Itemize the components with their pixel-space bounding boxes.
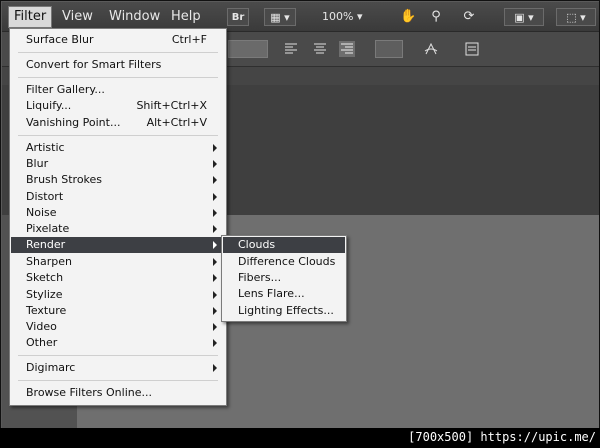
watermark-text: [700x500] https://upic.me/ (408, 430, 596, 444)
photoshop-window: Filter View Window Help Br ▦ ▾ 100% ▾ ✋ … (0, 0, 600, 448)
menu-item-label: Vanishing Point... (26, 116, 121, 129)
submenu-arrow-icon (213, 241, 217, 249)
text-color-swatch[interactable] (375, 40, 403, 58)
filter-menu: Surface Blur Ctrl+F Convert for Smart Fi… (9, 28, 227, 406)
menu-item-texture[interactable]: Texture (11, 303, 225, 319)
submenu-item-fibers[interactable]: Fibers... (223, 270, 345, 286)
submenu-arrow-icon (213, 225, 217, 233)
bridge-button[interactable]: Br (227, 8, 249, 26)
menu-item-label: Brush Strokes (26, 173, 103, 186)
submenu-arrow-icon (213, 176, 217, 184)
submenu-item-label: Fibers... (238, 271, 282, 284)
menu-item-stylize[interactable]: Stylize (11, 287, 225, 303)
align-left-icon[interactable] (283, 41, 299, 57)
menu-item-label: Browse Filters Online... (26, 386, 152, 399)
menu-item-label: Sketch (26, 271, 64, 284)
menu-item-pixelate[interactable]: Pixelate (11, 221, 225, 237)
screen-mode-button[interactable]: ⬚ ▾ (556, 8, 596, 26)
menu-item-shortcut: Ctrl+F (171, 33, 207, 46)
menu-item-label: Artistic (26, 141, 65, 154)
submenu-item-label: Lighting Effects... (238, 304, 334, 317)
menu-item-label: Render (26, 238, 66, 251)
menu-item-label: Liquify... (26, 99, 72, 112)
submenu-arrow-icon (213, 144, 217, 152)
menu-item-distort[interactable]: Distort (11, 189, 225, 205)
hand-tool-icon[interactable]: ✋ (400, 10, 416, 24)
submenu-arrow-icon (213, 274, 217, 282)
submenu-arrow-icon (213, 258, 217, 266)
submenu-arrow-icon (213, 209, 217, 217)
menu-item-brush-strokes[interactable]: Brush Strokes (11, 172, 225, 188)
menu-item-label: Video (26, 320, 57, 333)
submenu-item-label: Clouds (238, 238, 276, 251)
submenu-item-label: Difference Clouds (238, 255, 336, 268)
menu-item-label: Surface Blur (26, 33, 94, 46)
menu-item-label: Other (26, 336, 58, 349)
menu-item-label: Texture (26, 304, 67, 317)
align-center-icon[interactable] (312, 41, 328, 57)
menu-item-label: Noise (26, 206, 57, 219)
zoom-tool-icon[interactable]: ⚲ (429, 10, 443, 24)
menu-item-artistic[interactable]: Artistic (11, 140, 225, 156)
arrange-documents-button[interactable]: ▣ ▾ (504, 8, 544, 26)
menu-separator (18, 135, 218, 136)
arrange-icon: ▣ ▾ (514, 11, 534, 24)
menu-item-label: Pixelate (26, 222, 70, 235)
rotate-view-icon[interactable]: ⟳ (462, 10, 476, 24)
menu-item-shortcut: Alt+Ctrl+V (146, 116, 207, 129)
menu-item-label: Sharpen (26, 255, 72, 268)
menu-item-label: Convert for Smart Filters (26, 58, 162, 71)
submenu-arrow-icon (213, 193, 217, 201)
character-panel-icon[interactable] (464, 41, 480, 57)
submenu-arrow-icon (213, 291, 217, 299)
warp-text-icon[interactable] (423, 41, 439, 57)
submenu-arrow-icon (213, 323, 217, 331)
menu-view[interactable]: View (57, 7, 98, 27)
render-submenu: Clouds Difference Clouds Fibers... Lens … (221, 235, 347, 322)
menu-item-browse-filters-online[interactable]: Browse Filters Online... (11, 385, 225, 401)
submenu-arrow-icon (213, 160, 217, 168)
menu-item-shortcut: Shift+Ctrl+X (136, 99, 207, 112)
menu-item-liquify[interactable]: Liquify... Shift+Ctrl+X (11, 98, 225, 114)
menu-item-label: Digimarc (26, 361, 76, 374)
menu-item-video[interactable]: Video (11, 319, 225, 335)
menu-separator (18, 52, 218, 53)
menu-item-label: Filter Gallery... (26, 83, 105, 96)
menu-item-filter-gallery[interactable]: Filter Gallery... (11, 82, 225, 98)
submenu-item-lens-flare[interactable]: Lens Flare... (223, 286, 345, 302)
screen-mode-icon: ⬚ ▾ (566, 11, 586, 24)
menu-filter[interactable]: Filter (8, 6, 53, 28)
menu-item-digimarc[interactable]: Digimarc (11, 360, 225, 376)
submenu-item-clouds[interactable]: Clouds (223, 237, 345, 253)
submenu-item-difference-clouds[interactable]: Difference Clouds (223, 254, 345, 270)
view-extras-button[interactable]: ▦ ▾ (264, 8, 296, 26)
menu-item-sharpen[interactable]: Sharpen (11, 254, 225, 270)
menu-item-label: Stylize (26, 288, 63, 301)
menu-item-vanishing-point[interactable]: Vanishing Point... Alt+Ctrl+V (11, 115, 225, 131)
grid-icon: ▦ ▾ (270, 11, 290, 24)
align-right-icon[interactable] (339, 41, 355, 57)
zoom-level[interactable]: 100% ▾ (322, 8, 362, 26)
submenu-arrow-icon (213, 364, 217, 372)
menu-window[interactable]: Window (104, 7, 165, 27)
submenu-item-label: Lens Flare... (238, 287, 305, 300)
options-dropdown[interactable] (228, 40, 268, 58)
menu-help[interactable]: Help (166, 7, 206, 27)
submenu-arrow-icon (213, 339, 217, 347)
submenu-item-lighting-effects[interactable]: Lighting Effects... (223, 303, 345, 319)
menu-item-label: Blur (26, 157, 49, 170)
menu-separator (18, 77, 218, 78)
menu-item-surface-blur[interactable]: Surface Blur Ctrl+F (11, 32, 225, 48)
menu-item-convert-smart-filters[interactable]: Convert for Smart Filters (11, 57, 225, 73)
menu-item-other[interactable]: Other (11, 335, 225, 351)
menu-item-sketch[interactable]: Sketch (11, 270, 225, 286)
submenu-arrow-icon (213, 307, 217, 315)
menu-item-blur[interactable]: Blur (11, 156, 225, 172)
watermark-bar: [700x500] https://upic.me/ (0, 428, 600, 448)
menu-separator (18, 355, 218, 356)
menu-item-label: Distort (26, 190, 64, 203)
menu-separator (18, 380, 218, 381)
menu-item-render[interactable]: Render (11, 237, 225, 253)
menu-item-noise[interactable]: Noise (11, 205, 225, 221)
